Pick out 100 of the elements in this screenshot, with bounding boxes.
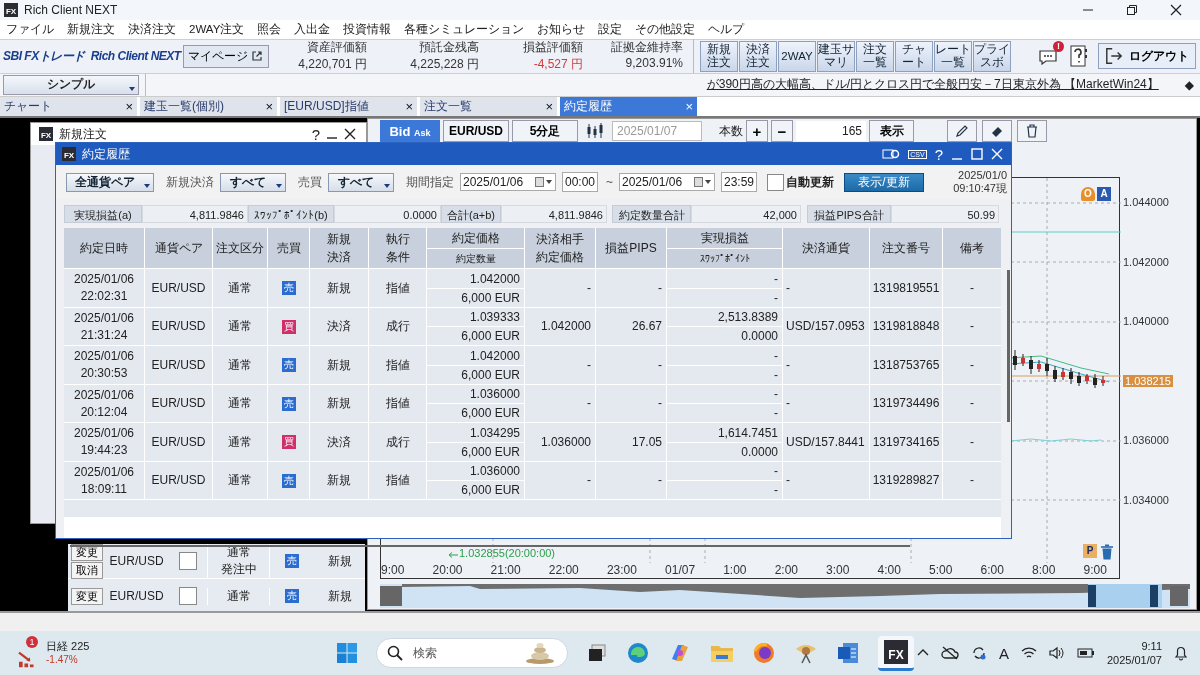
side-select[interactable]: すべて — [328, 173, 394, 192]
document-app-icon[interactable] — [836, 641, 860, 666]
menu-item[interactable]: 2WAY注文 — [189, 21, 245, 37]
quick-button[interactable]: チャート — [895, 40, 933, 72]
menu-item[interactable]: 新規注文 — [67, 21, 115, 37]
current-price-label: 1.038215 — [1123, 374, 1173, 387]
clock-time[interactable]: 9:11 — [1141, 639, 1162, 654]
open-close-select[interactable]: すべて — [220, 173, 286, 192]
close-icon[interactable] — [344, 128, 356, 141]
taskbar-app-button[interactable]: FX — [878, 635, 914, 671]
quick-button[interactable]: 決済注文 — [739, 40, 777, 72]
menu-item[interactable]: 設定 — [598, 21, 623, 37]
table-cell: 通常 — [213, 269, 267, 307]
maximize-icon[interactable] — [971, 148, 983, 161]
tab[interactable]: 注文一覧 × — [420, 96, 557, 117]
table-cell: - — [943, 308, 1001, 346]
quick-button[interactable]: プライスボ — [973, 40, 1011, 72]
order-action-button[interactable]: 変更 — [70, 588, 103, 605]
battery-icon[interactable] — [1076, 647, 1095, 660]
volume-icon[interactable] — [1048, 646, 1065, 661]
layout-select[interactable]: シンプル — [3, 74, 139, 95]
filter-label: 期間指定 — [406, 174, 454, 191]
table-cell: 新規 — [310, 385, 368, 423]
tab[interactable]: 建玉一覧(個別) × — [140, 96, 277, 117]
checkbox[interactable] — [767, 174, 784, 191]
menu-item[interactable]: 入出金 — [294, 21, 331, 37]
date-field[interactable]: 2025/01/06 — [619, 173, 715, 192]
table-cell: EUR/USD — [145, 423, 212, 461]
scrollbar-thumb[interactable] — [1007, 270, 1010, 423]
quick-button[interactable]: レート一覧 — [934, 40, 972, 72]
trash-button[interactable] — [1017, 120, 1047, 143]
clock-date[interactable]: 2025/01/07 — [1106, 653, 1162, 668]
timeframe-select[interactable]: 5分足 — [512, 120, 578, 143]
count-field[interactable]: 165 — [796, 121, 866, 142]
pencil-button[interactable] — [947, 120, 977, 143]
table-cell: 決済 — [310, 423, 368, 461]
candlestick-icon[interactable] — [585, 122, 605, 141]
tab[interactable]: チャート × — [0, 96, 137, 117]
axis-label: 20:00 — [432, 563, 463, 578]
fox-browser-icon[interactable] — [752, 641, 776, 666]
news-marker[interactable]: ◆ — [1184, 77, 1194, 92]
menu-item[interactable]: 各種シミュレーション — [404, 21, 525, 37]
menu-item[interactable]: 照会 — [257, 21, 282, 37]
position-marker[interactable]: P — [1083, 544, 1097, 559]
menu-item[interactable]: ファイル — [6, 21, 54, 37]
trash-icon[interactable] — [1100, 544, 1114, 561]
tab[interactable]: 約定履歴 × — [560, 96, 697, 117]
app-icon[interactable]: FX — [884, 639, 908, 664]
time-field[interactable]: 23:59 — [721, 172, 757, 193]
range-separator: ~ — [606, 175, 613, 190]
calendar-icon[interactable] — [535, 177, 553, 188]
bell-icon[interactable] — [1174, 645, 1188, 662]
browser-icon[interactable] — [626, 641, 650, 666]
start-icon[interactable] — [336, 642, 358, 665]
refresh-button[interactable]: 表示/更新 — [844, 173, 924, 192]
checkbox[interactable] — [178, 552, 197, 571]
quick-button[interactable]: 注文一覧 — [856, 40, 894, 72]
help-button[interactable]: ? — [311, 126, 320, 143]
time-field[interactable]: 00:00 — [562, 172, 598, 193]
input-method-indicator[interactable]: A — [998, 644, 1009, 662]
menu-item[interactable]: 投資情報 — [343, 21, 392, 37]
table-cell: 2025/01/06 — [73, 271, 135, 289]
calendar-icon[interactable] — [694, 177, 712, 188]
news-ticker[interactable]: が390円高の大幅高、ドル/円とクロス円で全般円安－7日東京外為 【MarketWin24】 — [706, 76, 1159, 94]
restore-icon[interactable] — [1126, 3, 1138, 16]
quick-button[interactable]: 2WAY — [778, 40, 816, 72]
bid-ask-toggle[interactable]: Bid Ask — [380, 120, 440, 143]
chat-icon[interactable] — [1038, 47, 1060, 66]
order-action-button[interactable]: 取消 — [70, 562, 103, 579]
search-placeholder: 検索 — [413, 644, 438, 662]
pair-select[interactable]: EUR/USD — [443, 120, 509, 143]
logout-button[interactable]: ログアウト — [1098, 43, 1196, 70]
menu-item[interactable]: 決済注文 — [128, 21, 176, 37]
table-cell: 21:31:24 — [80, 326, 128, 344]
table-cell: 1.036000 — [525, 423, 595, 461]
range-navigator[interactable] — [380, 584, 1190, 609]
column-header: 執行条件 — [369, 228, 426, 269]
sync-icon[interactable] — [970, 645, 987, 662]
menu-item[interactable]: ヘルプ — [708, 21, 745, 37]
pair-select[interactable]: 全通貨ペア — [66, 173, 154, 192]
scrollbar-thumb[interactable] — [70, 545, 910, 547]
help-icon[interactable] — [1070, 45, 1088, 68]
eraser-button[interactable] — [982, 120, 1012, 143]
mypage-button[interactable]: マイページ — [183, 44, 269, 68]
column-header: 損益PIPS — [596, 228, 666, 269]
plus-button[interactable]: + — [746, 120, 768, 143]
search-field[interactable]: 検索 — [376, 638, 568, 669]
close-icon[interactable] — [1170, 3, 1182, 16]
date-field[interactable]: 2025/01/06 — [460, 173, 556, 192]
quick-button[interactable]: 建玉サマリ — [817, 40, 855, 72]
quick-button[interactable]: 新規注文 — [700, 40, 738, 72]
tab[interactable]: [EUR/USD]指値 × — [280, 96, 417, 117]
menu-item[interactable]: その他設定 — [635, 21, 696, 37]
show-button[interactable]: 表示 — [869, 120, 914, 143]
cloud-off-icon[interactable] — [940, 646, 959, 661]
checkbox[interactable] — [178, 587, 197, 606]
help-button[interactable]: ? — [934, 146, 943, 163]
menu-item[interactable]: お知らせ — [537, 21, 586, 37]
alert-marker[interactable]: A — [1097, 187, 1111, 202]
minus-button[interactable]: − — [771, 120, 793, 143]
